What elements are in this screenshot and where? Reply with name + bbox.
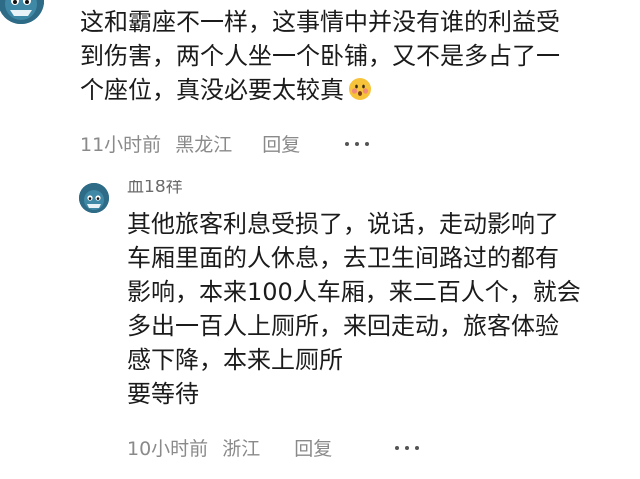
- comment-location: 黑龙江: [175, 133, 233, 156]
- reply-meta: 10小时前 浙江 回复: [127, 434, 332, 460]
- reply-button[interactable]: 回复: [262, 130, 300, 157]
- avatar-monster-icon: [0, 0, 44, 24]
- reply-line: 影响，本来100人车厢，来二百人个，就会: [127, 278, 581, 306]
- comment-line: 这和霸座不一样，这事情中并没有谁的利益受: [80, 8, 560, 36]
- reply-location: 浙江: [222, 437, 261, 460]
- avatar-monster-icon: [79, 183, 109, 213]
- reply-line: 感下降，本来上厕所: [127, 346, 343, 374]
- blush-face-emoji-icon: [349, 78, 371, 100]
- comment-meta: 11小时前 黑龙江 回复: [80, 130, 300, 156]
- more-dots-icon[interactable]: [392, 443, 422, 453]
- reply-line: 要等待: [127, 380, 199, 408]
- reply-avatar[interactable]: [79, 183, 109, 213]
- comment-line: 到伤害，两个人坐一个卧铺，又不是多占了一: [80, 42, 560, 70]
- reply-line: 多出一百人上厕所，来回走动，旅客体验: [127, 312, 559, 340]
- comment-content: 这和霸座不一样，这事情中并没有谁的利益受 到伤害，两个人坐一个卧铺，又不是多占了…: [80, 5, 560, 107]
- reply-content: 其他旅客利息受损了，说话，走动影响了 车厢里面的人休息，去卫生间路过的都有 影响…: [127, 207, 581, 411]
- reply-time: 10小时前: [127, 437, 209, 460]
- reply-line: 其他旅客利息受损了，说话，走动影响了: [127, 210, 559, 238]
- reply-line: 车厢里面的人休息，去卫生间路过的都有: [127, 244, 559, 272]
- reply-username[interactable]: 血18祥: [127, 180, 183, 194]
- avatar[interactable]: [0, 0, 44, 24]
- comment-time: 11小时前: [80, 133, 162, 156]
- reply-button[interactable]: 回复: [294, 434, 332, 461]
- comment-line-with-emoji: 个座位，真没必要太较真: [80, 73, 560, 107]
- more-dots-icon[interactable]: [342, 139, 372, 149]
